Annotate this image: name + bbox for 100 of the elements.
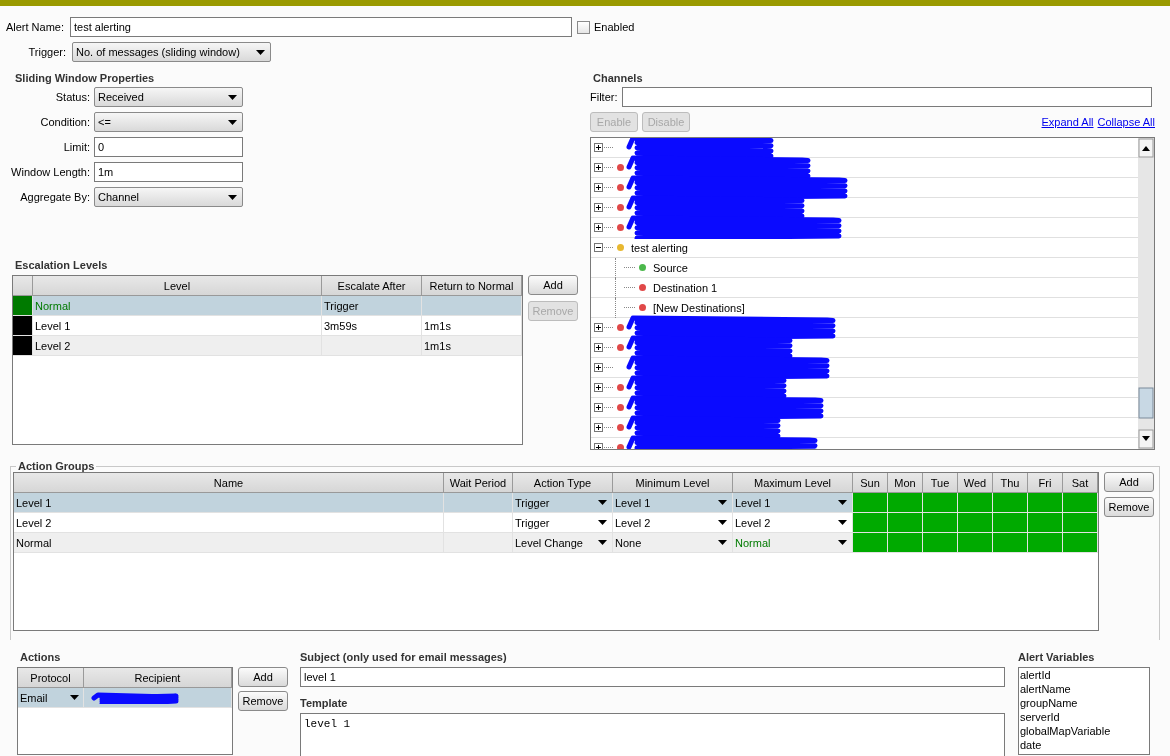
table-cell: Level 1 [16,496,52,509]
day-cell[interactable] [888,533,923,552]
caret-icon [598,540,607,545]
text-field[interactable]: 0 [94,137,243,157]
table-cell: 3m59s [324,319,358,332]
section-title: Alert Variables [1018,650,1096,664]
table-cell: 1m1s [424,319,451,332]
column-header: Fri [1028,473,1063,492]
section-title: Channels [593,72,644,84]
text-field[interactable]: test alerting [70,17,572,37]
day-cell[interactable] [923,513,958,532]
day-cell[interactable] [1063,533,1098,552]
dropdown-cell[interactable]: None [613,533,733,552]
dropdown-cell[interactable]: Trigger [513,513,613,532]
day-cell[interactable] [993,513,1028,532]
day-cell[interactable] [853,533,888,552]
day-cell[interactable] [1063,493,1098,512]
checkbox[interactable] [577,20,590,34]
column-header: Protocol [18,668,84,687]
day-cell[interactable] [993,533,1028,552]
day-cell[interactable] [888,513,923,532]
dropdown-cell[interactable]: Level Change [513,533,613,552]
table-cell: Normal [16,536,52,549]
day-cell[interactable] [958,513,993,532]
tree-item[interactable]: [New Destinations] [653,301,745,314]
dropdown[interactable]: Received [94,87,243,107]
list-item[interactable]: serverId [1020,710,1149,724]
day-cell[interactable] [1028,493,1063,512]
caret-icon [228,119,237,125]
button[interactable]: Remove [1104,497,1154,517]
expand-icon[interactable] [594,423,603,432]
column-header: Maximum Level [733,473,853,492]
button[interactable]: Add [1104,472,1154,492]
day-cell[interactable] [923,493,958,512]
template-field[interactable]: level 1 [300,713,1005,756]
expand-icon[interactable] [594,403,603,412]
day-cell[interactable] [993,493,1028,512]
list-item[interactable]: date [1020,738,1149,752]
caret-icon [70,695,79,700]
caret-icon [598,500,607,505]
button[interactable]: Remove [238,691,288,711]
tree-item[interactable]: test alerting [631,241,688,254]
dropdown-cell[interactable]: Email [18,688,84,707]
column-header: Return to Normal [422,276,522,295]
table-cell: Level 2 [35,339,71,352]
text-field[interactable]: level 1 [300,667,1005,687]
link[interactable]: Expand All [1041,116,1094,128]
scrollbar[interactable] [1138,138,1154,449]
caret-icon [228,194,237,200]
button[interactable]: Add [528,275,578,295]
table-cell: Level 2 [16,516,52,529]
section-title: Actions [19,650,62,664]
day-cell[interactable] [1028,513,1063,532]
tree-item[interactable]: Source [653,261,688,274]
dropdown[interactable]: No. of messages (sliding window) [72,42,271,62]
expand-icon[interactable] [594,383,603,392]
dropdown-cell[interactable]: Level 2 [613,513,733,532]
day-cell[interactable] [923,533,958,552]
expand-icon[interactable] [594,363,603,372]
dropdown-cell[interactable]: Trigger [513,493,613,512]
expand-icon[interactable] [594,163,603,172]
list-item[interactable]: groupName [1020,696,1149,710]
expand-icon[interactable] [594,343,603,352]
day-cell[interactable] [1063,513,1098,532]
day-cell[interactable] [1028,533,1063,552]
text-field[interactable] [621,87,1152,107]
tree-item[interactable]: Destination 1 [653,281,718,294]
table-cell: Normal [35,299,71,312]
day-cell[interactable] [958,533,993,552]
day-cell[interactable] [853,513,888,532]
table-cell: 1m1s [424,339,451,352]
day-cell[interactable] [853,493,888,512]
caret-icon [718,500,727,505]
list-item[interactable]: alertName [1020,682,1149,696]
button[interactable]: Add [238,667,288,687]
list-item[interactable]: alertId [1020,668,1149,682]
expand-icon[interactable] [594,183,603,192]
section-title: Escalation Levels [15,259,109,271]
list-item[interactable]: globalMapVariable [1020,724,1149,738]
column-header: Level [33,276,322,295]
table-cell: Level 1 [35,319,71,332]
column-header: Action Type [513,473,613,492]
dropdown-cell[interactable]: Level 1 [613,493,733,512]
section-title: Template [300,696,349,710]
column-header: Sun [853,473,888,492]
expand-icon[interactable] [594,143,603,152]
expand-icon[interactable] [594,323,603,332]
expand-icon[interactable] [594,223,603,232]
caret-icon [256,49,265,55]
dropdown[interactable]: Channel [94,187,243,207]
link[interactable]: Collapse All [1097,116,1155,128]
day-cell[interactable] [888,493,923,512]
field-label: Alert Name: [4,21,65,33]
expand-icon[interactable] [594,203,603,212]
day-cell[interactable] [958,493,993,512]
column-header: Wait Period [444,473,513,492]
field-label: Trigger: [27,46,67,58]
collapse-icon[interactable] [594,243,603,252]
dropdown[interactable]: <= [94,112,243,132]
text-field[interactable]: 1m [94,162,243,182]
